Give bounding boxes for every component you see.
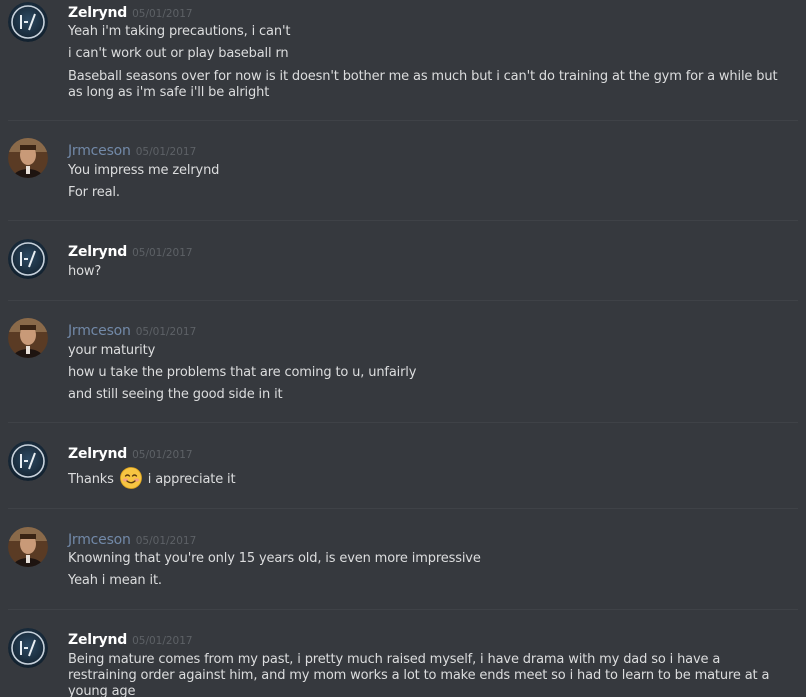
smiling-blush-emoji-icon[interactable] — [119, 467, 142, 489]
avatar-zelrynd[interactable] — [8, 441, 48, 481]
jrmceson-photo-icon — [8, 527, 48, 567]
message-text: Thanks — [68, 472, 114, 487]
message-divider — [8, 508, 798, 509]
username[interactable]: Zelrynd — [68, 244, 127, 260]
username[interactable]: Jrmceson — [68, 532, 131, 548]
jrmceson-photo-icon — [8, 138, 48, 178]
message-line: Being mature comes from my past, i prett… — [68, 652, 770, 697]
avatar-zelrynd[interactable] — [8, 2, 48, 42]
username[interactable]: Zelrynd — [68, 446, 127, 462]
message-header: Zelrynd 05/01/2017 — [68, 241, 193, 260]
message-line: Knowning that you're only 15 years old, … — [68, 551, 481, 566]
message-line: Thanks i appreciate it — [68, 467, 236, 489]
message-header: Zelrynd 05/01/2017 — [68, 443, 193, 462]
jrmceson-photo-icon — [8, 318, 48, 358]
avatar-jrmceson[interactable] — [8, 527, 48, 567]
timestamp[interactable]: 05/01/2017 — [136, 146, 197, 158]
message-divider — [8, 120, 798, 121]
zelrynd-logo-icon — [8, 2, 48, 42]
message-divider — [8, 609, 798, 610]
message-header: Zelrynd 05/01/2017 — [68, 2, 193, 21]
message-line: Yeah i mean it. — [68, 573, 162, 588]
message-divider — [8, 422, 798, 423]
message-line: Yeah i'm taking precautions, i can't — [68, 24, 291, 39]
zelrynd-logo-icon — [8, 628, 48, 668]
avatar-jrmceson[interactable] — [8, 138, 48, 178]
username[interactable]: Zelrynd — [68, 5, 127, 21]
avatar-zelrynd[interactable] — [8, 239, 48, 279]
avatar-jrmceson[interactable] — [8, 318, 48, 358]
timestamp[interactable]: 05/01/2017 — [136, 535, 197, 547]
timestamp[interactable]: 05/01/2017 — [132, 247, 193, 259]
timestamp[interactable]: 05/01/2017 — [132, 8, 193, 20]
message-line: Baseball seasons over for now is it does… — [68, 69, 778, 100]
message-line: You impress me zelrynd — [68, 163, 220, 178]
message-line: your maturity — [68, 343, 156, 358]
avatar-zelrynd[interactable] — [8, 628, 48, 668]
zelrynd-logo-icon — [8, 441, 48, 481]
message-header: Jrmceson 05/01/2017 — [68, 529, 196, 548]
chat-message-list[interactable]: Zelrynd 05/01/2017 Yeah i'm taking precau… — [0, 0, 806, 697]
message-divider — [8, 220, 798, 221]
message-header: Zelrynd 05/01/2017 — [68, 629, 193, 648]
message-header: Jrmceson 05/01/2017 — [68, 320, 196, 339]
timestamp[interactable]: 05/01/2017 — [136, 326, 197, 338]
message-header: Jrmceson 05/01/2017 — [68, 140, 196, 159]
username[interactable]: Jrmceson — [68, 143, 131, 159]
zelrynd-logo-icon — [8, 239, 48, 279]
message-line: i can't work out or play baseball rn — [68, 46, 289, 61]
message-line: how? — [68, 264, 102, 279]
message-divider — [8, 300, 798, 301]
timestamp[interactable]: 05/01/2017 — [132, 635, 193, 647]
message-line: For real. — [68, 185, 120, 200]
message-line: and still seeing the good side in it — [68, 387, 283, 402]
username[interactable]: Zelrynd — [68, 632, 127, 648]
username[interactable]: Jrmceson — [68, 323, 131, 339]
timestamp[interactable]: 05/01/2017 — [132, 449, 193, 461]
message-text: i appreciate it — [147, 472, 236, 487]
message-line: how u take the problems that are coming … — [68, 365, 417, 380]
